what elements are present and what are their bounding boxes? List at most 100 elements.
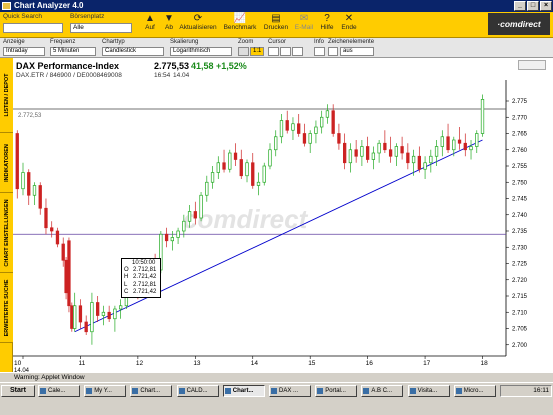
candle[interactable] <box>429 155 433 164</box>
refresh-button[interactable]: ⟳ Aktualisieren <box>178 13 218 31</box>
range-select[interactable]: Intraday <box>3 47 45 56</box>
print-button[interactable]: ▤ Drucken <box>262 13 290 31</box>
candle[interactable] <box>308 133 312 144</box>
taskbar-item[interactable]: Micro... <box>453 385 496 397</box>
candle[interactable] <box>64 259 68 294</box>
candle[interactable] <box>388 149 393 157</box>
candle[interactable] <box>406 152 410 164</box>
maximize-button[interactable]: □ <box>527 1 539 11</box>
candle[interactable] <box>446 136 450 151</box>
candle[interactable] <box>337 133 341 144</box>
drawing-select[interactable]: aus <box>340 47 374 56</box>
chart-window-buttons[interactable] <box>518 60 546 70</box>
exit-button[interactable]: ✕ Ende <box>340 13 358 31</box>
candle[interactable] <box>377 142 381 154</box>
chart-area[interactable]: comdirect 10 11 12 13 14 15 16 17 18 14.04 2.700 2… <box>13 58 553 372</box>
board-select[interactable]: Alle <box>70 23 132 33</box>
candle[interactable] <box>210 172 215 183</box>
candle[interactable] <box>176 230 180 238</box>
quick-search-input[interactable] <box>3 23 63 33</box>
candle[interactable] <box>113 308 117 320</box>
info-button[interactable] <box>314 47 325 56</box>
candle[interactable] <box>262 165 266 183</box>
candle[interactable] <box>118 305 123 310</box>
candle[interactable] <box>452 139 456 151</box>
candle[interactable] <box>233 152 238 160</box>
taskbar-item[interactable]: Portal... <box>315 385 358 397</box>
benchmark-button[interactable]: 📈 Benchmark <box>222 13 258 31</box>
candle[interactable] <box>297 123 301 134</box>
taskbar-item[interactable]: Visita... <box>407 385 450 397</box>
candle[interactable] <box>400 146 404 154</box>
candle[interactable] <box>279 120 284 138</box>
candle[interactable] <box>365 146 370 160</box>
candle[interactable] <box>170 237 174 242</box>
candle[interactable] <box>291 123 295 131</box>
candle[interactable] <box>417 155 421 170</box>
candle[interactable] <box>256 181 261 186</box>
candle[interactable] <box>216 162 220 173</box>
candle[interactable] <box>96 302 100 316</box>
candle[interactable] <box>423 162 427 170</box>
candle[interactable] <box>107 311 111 320</box>
candle[interactable] <box>78 305 83 323</box>
candle[interactable] <box>285 120 289 131</box>
drawing-pen-button[interactable] <box>328 47 338 56</box>
candle[interactable] <box>440 136 444 147</box>
candle[interactable] <box>268 149 272 167</box>
candle[interactable] <box>205 181 209 196</box>
candle[interactable] <box>44 207 48 229</box>
candle[interactable] <box>61 243 65 261</box>
candle[interactable] <box>348 149 353 164</box>
candle[interactable] <box>27 172 31 196</box>
candle[interactable] <box>70 305 74 329</box>
candle[interactable] <box>314 126 318 134</box>
candle[interactable] <box>469 146 473 151</box>
candle[interactable] <box>84 321 88 333</box>
candle[interactable] <box>32 185 37 196</box>
candle[interactable] <box>193 211 197 219</box>
candle[interactable] <box>50 227 54 232</box>
candle[interactable] <box>90 302 94 333</box>
candle[interactable] <box>164 233 169 242</box>
minimize-button[interactable]: _ <box>514 1 526 11</box>
taskbar-item[interactable]: CALD... <box>176 385 219 397</box>
cursor-hand-button[interactable] <box>292 47 303 56</box>
candle[interactable] <box>343 142 347 164</box>
taskbar-item[interactable]: Cale... <box>38 385 80 397</box>
candle[interactable] <box>475 133 479 147</box>
close-button[interactable]: × <box>540 1 552 11</box>
taskbar-item[interactable]: Chart... <box>222 385 265 397</box>
chart-svg[interactable]: comdirect 10 11 12 13 14 15 16 17 1814.04 2.7002… <box>13 58 553 372</box>
taskbar-item[interactable]: Chart... <box>130 385 173 397</box>
candle[interactable] <box>55 230 60 245</box>
candle[interactable] <box>38 185 42 209</box>
cursor-crosshair-button[interactable] <box>280 47 291 56</box>
candle[interactable] <box>371 152 376 160</box>
zoom-out-button[interactable] <box>238 47 249 56</box>
candle[interactable] <box>302 133 307 144</box>
candle[interactable] <box>199 194 203 219</box>
candle[interactable] <box>434 146 439 157</box>
sell-button[interactable]: ▼ Ab <box>161 13 177 31</box>
start-button[interactable]: Start <box>1 385 35 397</box>
taskbar-item[interactable]: My Y... <box>84 385 127 397</box>
scale-select[interactable]: Logarithmisch <box>170 47 232 56</box>
sidebar-tab-chart-settings[interactable]: CHART EINSTELLUNGEN <box>0 193 13 273</box>
candle[interactable] <box>15 133 19 190</box>
candle[interactable] <box>73 305 77 329</box>
candle[interactable] <box>222 162 226 170</box>
candle[interactable] <box>21 172 25 190</box>
candle[interactable] <box>251 162 255 186</box>
candle[interactable] <box>325 110 330 118</box>
candle[interactable] <box>274 136 278 151</box>
candle[interactable] <box>101 311 106 316</box>
candle[interactable] <box>383 142 387 151</box>
zoom-reset-button[interactable]: 1:1 <box>250 47 264 56</box>
cursor-arrow-button[interactable] <box>268 47 279 56</box>
candle[interactable] <box>187 211 192 222</box>
candle[interactable] <box>457 139 462 144</box>
taskbar-item[interactable]: DAX ... <box>269 385 311 397</box>
candle[interactable] <box>331 110 335 134</box>
candle[interactable] <box>245 162 249 177</box>
